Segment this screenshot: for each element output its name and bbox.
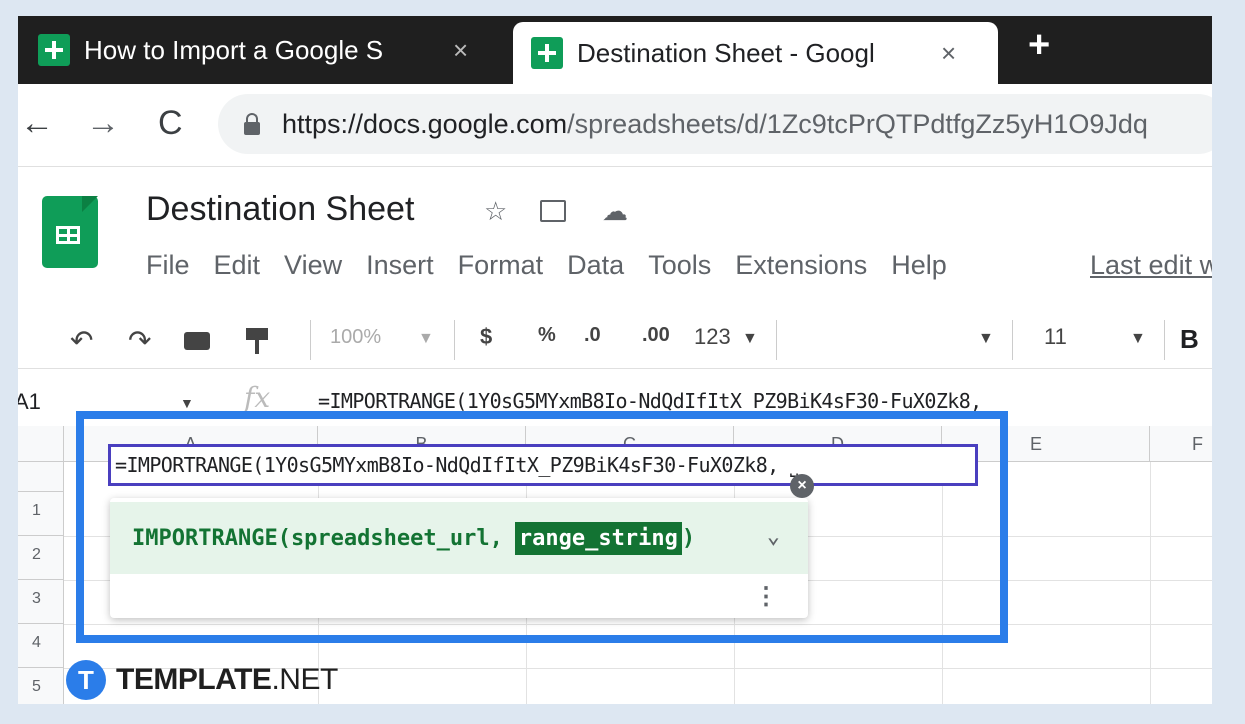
new-tab-button[interactable]: +	[1028, 24, 1050, 67]
toolbar-divider	[776, 320, 777, 360]
decrease-decimal-button[interactable]: .0	[584, 324, 601, 347]
chevron-down-icon[interactable]: ⌄	[767, 524, 780, 549]
tab-import-guide[interactable]: How to Import a Google S ×	[38, 16, 498, 84]
close-tab-icon[interactable]: ×	[453, 35, 468, 66]
watermark-brand: TEMPLATE	[116, 663, 272, 696]
sheets-logo-icon[interactable]	[42, 196, 98, 268]
font-size-input[interactable]: 11	[1044, 324, 1067, 350]
move-to-folder-icon[interactable]	[540, 200, 566, 222]
bold-button[interactable]: B	[1180, 324, 1199, 355]
cell-editor-input[interactable]: =IMPORTRANGE(1Y0sG5MYxmB8Io-NdQdIfItX_PZ…	[108, 444, 978, 486]
zoom-select[interactable]: 100%	[330, 326, 381, 349]
watermark-text: TEMPLATE.NET	[116, 663, 338, 697]
menu-tools[interactable]: Tools	[648, 250, 711, 281]
close-icon[interactable]: ×	[790, 474, 814, 498]
chevron-down-icon[interactable]: ▼	[742, 330, 758, 348]
sheets-favicon-icon	[531, 37, 563, 69]
select-all-corner[interactable]	[18, 426, 64, 462]
url-text: https://docs.google.com/spreadsheets/d/1…	[282, 109, 1148, 140]
menu-data[interactable]: Data	[567, 250, 624, 281]
url-path: /spreadsheets/d/1Zc9tcPrQTPdtfgZz5yH1O9J…	[567, 108, 1148, 139]
toolbar-divider	[1012, 320, 1013, 360]
function-signature[interactable]: IMPORTRANGE(spreadsheet_url, range_strin…	[110, 502, 808, 574]
tab-title: Destination Sheet - Googl	[577, 37, 875, 68]
formula-input[interactable]: =IMPORTRANGE(1Y0sG5MYxmB8Io-NdQdIfItX_PZ…	[318, 389, 982, 413]
row-header-blank	[18, 462, 64, 492]
row-header-4[interactable]: 4	[18, 624, 64, 668]
cloud-status-icon[interactable]: ☁	[602, 196, 628, 227]
template-net-watermark: T TEMPLATE.NET	[66, 660, 338, 700]
menu-edit[interactable]: Edit	[214, 250, 261, 281]
redo-icon[interactable]: ↷	[128, 324, 151, 357]
toolbar-divider	[1164, 320, 1165, 360]
toolbar-divider	[310, 320, 311, 360]
sheets-favicon-icon	[38, 34, 70, 66]
last-edit-link[interactable]: Last edit wa	[1090, 250, 1212, 281]
active-argument: range_string	[514, 521, 682, 555]
document-title[interactable]: Destination Sheet	[146, 190, 414, 229]
star-icon[interactable]: ☆	[484, 196, 507, 227]
forward-arrow-icon[interactable]: →	[86, 104, 120, 143]
browser-window: How to Import a Google S × Destination S…	[18, 16, 1212, 704]
tab-title: How to Import a Google S	[84, 34, 384, 65]
row-header-1[interactable]: 1	[18, 492, 64, 536]
row-header-3[interactable]: 3	[18, 580, 64, 624]
tab-strip: How to Import a Google S × Destination S…	[18, 16, 1212, 84]
lock-icon	[244, 112, 260, 135]
row-header-2[interactable]: 2	[18, 536, 64, 580]
more-formats-button[interactable]: 123	[694, 324, 731, 350]
menu-insert[interactable]: Insert	[366, 250, 434, 281]
format-percent-button[interactable]: %	[538, 324, 556, 347]
toolbar: ↶ ↷ 100% ▼ $ % .0 .00 123 ▼ ▼ 11 ▼ B	[18, 312, 1212, 368]
formula-hint-card: IMPORTRANGE(spreadsheet_url, range_strin…	[110, 498, 808, 618]
paint-format-icon[interactable]	[246, 328, 268, 354]
print-icon[interactable]	[184, 332, 210, 350]
menu-view[interactable]: View	[284, 250, 342, 281]
reload-icon[interactable]: C	[158, 104, 183, 143]
font-size-chevron-icon[interactable]: ▼	[1130, 330, 1146, 348]
back-arrow-icon[interactable]: ←	[20, 104, 54, 143]
menu-bar: File Edit View Insert Format Data Tools …	[146, 250, 971, 281]
function-suffix: )	[681, 525, 696, 551]
close-tab-icon[interactable]: ×	[941, 38, 956, 69]
url-bar[interactable]: https://docs.google.com/spreadsheets/d/1…	[218, 94, 1212, 154]
toolbar-divider	[454, 320, 455, 360]
row-header-5[interactable]: 5	[18, 668, 64, 704]
address-bar-row: ← → C https://docs.google.com/spreadshee…	[18, 84, 1212, 167]
fx-icon: fx	[244, 381, 271, 414]
watermark-tld: .NET	[271, 663, 338, 696]
font-select-chevron-icon[interactable]: ▼	[978, 330, 994, 348]
chevron-down-icon[interactable]: ▼	[418, 330, 434, 348]
undo-icon[interactable]: ↶	[70, 324, 93, 357]
more-vert-icon[interactable]: ⋮	[754, 582, 778, 611]
menu-extensions[interactable]: Extensions	[735, 250, 867, 281]
url-domain: https://docs.google.com	[282, 108, 568, 139]
column-header-f[interactable]: F	[1150, 426, 1212, 462]
menu-help[interactable]: Help	[891, 250, 947, 281]
tab-destination-sheet[interactable]: Destination Sheet - Googl ×	[513, 22, 998, 84]
increase-decimal-button[interactable]: .00	[642, 324, 670, 347]
menu-file[interactable]: File	[146, 250, 190, 281]
function-prefix: IMPORTRANGE(spreadsheet_url,	[132, 525, 503, 551]
chevron-down-icon[interactable]: ▼	[180, 395, 194, 411]
name-box[interactable]: A1	[18, 389, 41, 415]
template-logo-icon: T	[66, 660, 106, 700]
format-currency-button[interactable]: $	[480, 324, 492, 350]
menu-format[interactable]: Format	[458, 250, 544, 281]
